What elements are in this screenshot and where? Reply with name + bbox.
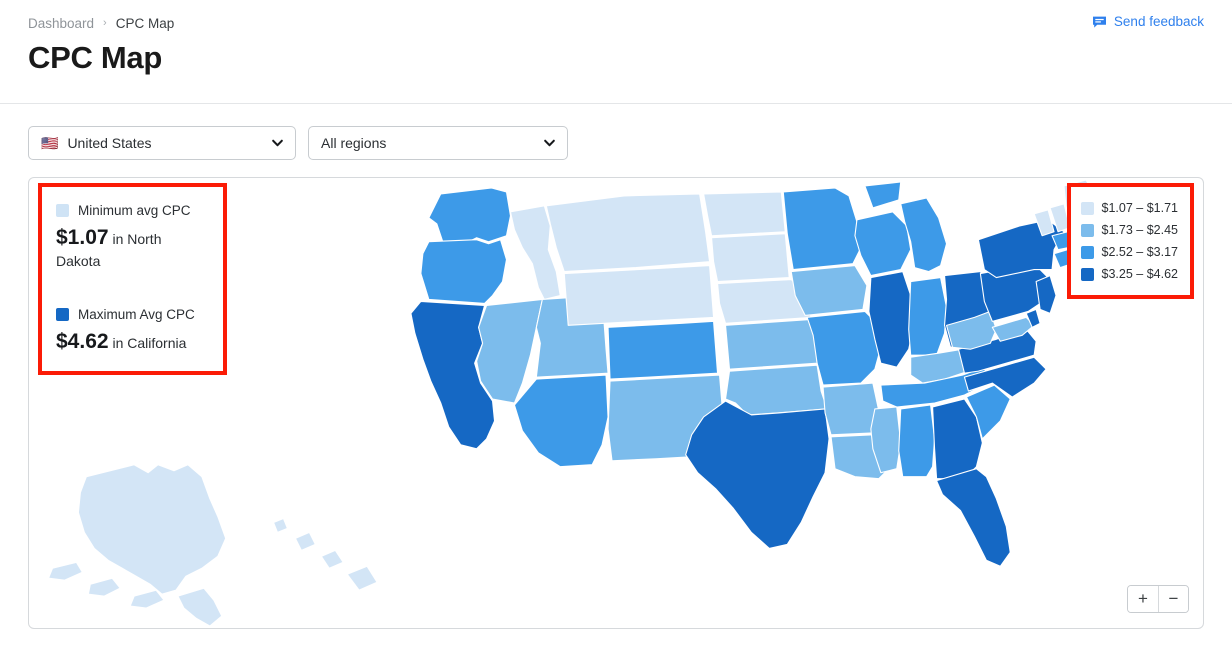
minimum-cpc-block: Minimum avg CPC $1.07 in North Dakota <box>56 203 209 271</box>
map-state-wa[interactable]: Washington <box>428 187 512 245</box>
map-state-ok[interactable]: Oklahoma <box>724 364 828 416</box>
map-state-hi[interactable]: Hawaii <box>346 565 378 591</box>
map-state-sd[interactable]: South Dakota <box>711 233 790 283</box>
minimum-cpc-label: Minimum avg CPC <box>78 203 191 218</box>
map-state-nj[interactable]: New Jersey <box>1035 275 1057 314</box>
legend-range-label: $1.73 – $2.45 <box>1101 223 1178 237</box>
maximum-cpc-block: Maximum Avg CPC $4.62 in California <box>56 307 209 356</box>
map-state-al[interactable]: Alabama <box>898 404 936 478</box>
map-state-nd[interactable]: North Dakota <box>703 191 786 237</box>
map-state-ak[interactable]: Alaska <box>129 589 165 609</box>
minimum-cpc-amount: $1.07 <box>56 226 109 249</box>
map-state-wi[interactable]: Wisconsin <box>854 211 912 277</box>
chevron-down-icon <box>543 137 556 150</box>
maximum-cpc-amount: $4.62 <box>56 330 109 354</box>
chat-bubble-icon <box>1092 15 1107 29</box>
zoom-out-button[interactable]: − <box>1158 586 1188 612</box>
maximum-cpc-swatch <box>56 308 69 322</box>
map-state-mi[interactable]: Michigan <box>864 181 902 209</box>
map-state-co[interactable]: Colorado <box>607 320 719 380</box>
minimum-cpc-value: $1.07 in North Dakota <box>56 224 209 271</box>
map-state-ia[interactable]: Iowa <box>790 265 868 316</box>
maximum-cpc-state: in California <box>112 335 187 352</box>
map-state-fl[interactable]: Florida <box>936 468 1011 567</box>
map-state-ak[interactable]: Alaska <box>177 587 223 627</box>
breadcrumb-current: CPC Map <box>115 15 175 31</box>
legend-swatch <box>1080 201 1094 215</box>
minimum-cpc-swatch <box>56 204 69 217</box>
map-state-in[interactable]: Indiana <box>908 277 948 356</box>
map-state-az[interactable]: Arizona <box>513 374 609 468</box>
legend-row: $1.07 – $1.71 <box>1080 197 1178 219</box>
map-state-ar[interactable]: Arkansas <box>822 382 880 436</box>
map-state-ak[interactable]: Alaska <box>47 561 83 581</box>
cpc-map-panel: WashingtonOregonCaliforniaNevadaIdahoUta… <box>28 177 1204 629</box>
map-state-mt[interactable]: Montana <box>545 193 711 273</box>
breadcrumb-separator-icon: › <box>103 16 107 29</box>
legend-range-label: $3.25 – $4.62 <box>1101 267 1178 281</box>
maximum-cpc-label: Maximum Avg CPC <box>78 307 195 323</box>
map-legend: $1.07 – $1.71 $1.73 – $2.45 $2.52 – $3.17 $… <box>1066 183 1194 299</box>
map-state-hi[interactable]: Hawaii <box>294 531 316 551</box>
legend-swatch <box>1080 267 1094 281</box>
map-state-ks[interactable]: Kansas <box>724 318 818 370</box>
map-state-tx[interactable]: Texas <box>685 400 830 549</box>
country-select-value: United States <box>67 135 152 151</box>
legend-swatch <box>1080 223 1094 237</box>
map-state-wy[interactable]: Wyoming <box>563 265 715 326</box>
region-select-value: All regions <box>321 135 387 151</box>
region-select[interactable]: All regions <box>308 126 568 160</box>
map-state-ak[interactable]: Alaska <box>87 577 121 597</box>
send-feedback-label: Send feedback <box>1113 14 1204 29</box>
country-select[interactable]: 🇺🇸 United States <box>28 126 296 160</box>
us-flag-icon: 🇺🇸 <box>41 135 59 151</box>
filter-bar: 🇺🇸 United States All regions <box>0 104 1232 160</box>
breadcrumb: Dashboard › CPC Map <box>28 14 1204 32</box>
map-state-ak[interactable]: Alaska <box>77 464 227 595</box>
legend-row: $1.73 – $2.45 <box>1080 219 1178 241</box>
legend-range-label: $2.52 – $3.17 <box>1101 245 1178 259</box>
page-header: Dashboard › CPC Map CPC Map Send feedbac… <box>0 0 1232 104</box>
cpc-summary-card: Minimum avg CPC $1.07 in North Dakota Ma… <box>38 183 227 375</box>
legend-swatch <box>1080 245 1094 259</box>
map-state-hi[interactable]: Hawaii <box>320 549 344 569</box>
send-feedback-link[interactable]: Send feedback <box>1092 14 1204 29</box>
legend-range-label: $1.07 – $1.71 <box>1101 201 1178 215</box>
maximum-cpc-value: $4.62 in California <box>56 328 209 356</box>
breadcrumb-dashboard[interactable]: Dashboard <box>28 16 94 31</box>
map-state-mn[interactable]: Minnesota <box>782 187 864 271</box>
map-zoom-control: + − <box>1127 585 1189 613</box>
legend-row: $2.52 – $3.17 <box>1080 241 1178 263</box>
legend-row: $3.25 – $4.62 <box>1080 263 1178 285</box>
page-title: CPC Map <box>28 40 162 75</box>
map-state-hi[interactable]: Hawaii <box>272 517 289 533</box>
map-state-or[interactable]: Oregon <box>420 239 508 304</box>
zoom-in-button[interactable]: + <box>1128 586 1158 612</box>
chevron-down-icon <box>271 137 284 150</box>
